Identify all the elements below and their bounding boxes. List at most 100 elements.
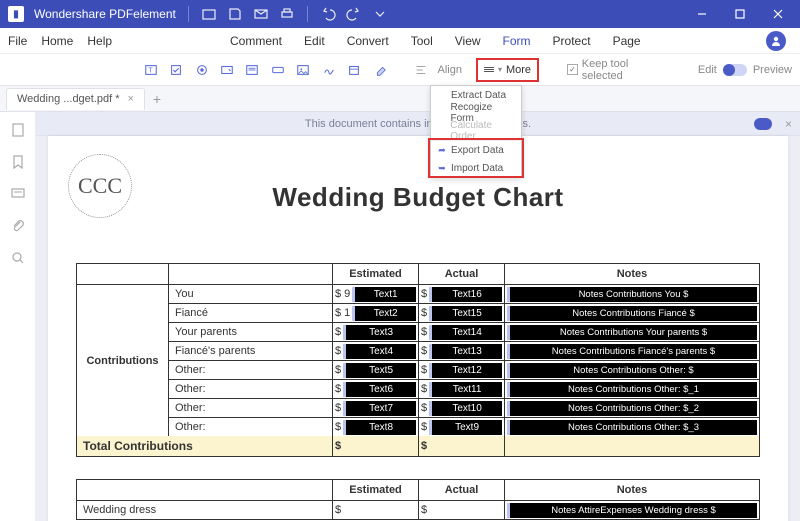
menu-home[interactable]: Home — [41, 34, 73, 48]
preview-mode-label: Preview — [753, 64, 792, 76]
form-field[interactable]: Notes Contributions Other: $_3 — [507, 420, 757, 435]
table-row: Other:$Text6$Text11Notes Contributions O… — [169, 380, 759, 399]
svg-text:T: T — [148, 67, 153, 74]
hamburger-icon — [484, 67, 494, 72]
signature-tool[interactable] — [318, 59, 339, 81]
header-actual-2: Actual — [419, 480, 505, 500]
contributions-table: Estimated Actual Notes Contributions You… — [76, 263, 760, 457]
document-area[interactable]: This document contains interactive form … — [36, 112, 800, 521]
menu-tool[interactable]: Tool — [411, 34, 433, 48]
notice-close-icon[interactable]: × — [785, 117, 792, 131]
image-tool[interactable] — [293, 59, 314, 81]
form-field[interactable]: Text5 — [343, 363, 416, 378]
menu-view[interactable]: View — [455, 34, 481, 48]
menu-edit[interactable]: Edit — [304, 34, 325, 48]
tab-active[interactable]: Wedding ...dget.pdf * × — [6, 88, 145, 110]
header-estimated-2: Estimated — [333, 480, 419, 500]
row-label: Your parents — [169, 323, 333, 341]
checkbox-tool[interactable] — [165, 59, 186, 81]
app-title: Wondershare PDFelement — [34, 7, 176, 21]
total-label: Total Contributions — [77, 436, 333, 456]
table-row: You$ 9Text1$Text16Notes Contributions Yo… — [169, 285, 759, 304]
align-tool[interactable] — [410, 59, 431, 81]
dropdown-icon[interactable] — [372, 6, 388, 22]
dropdown-export-data[interactable]: ➦Export Data — [431, 141, 521, 159]
mail-icon[interactable] — [253, 6, 269, 22]
form-field[interactable]: Text3 — [343, 325, 416, 340]
row-label: Fiancé — [169, 304, 333, 322]
tab-close-icon[interactable]: × — [128, 93, 134, 105]
menu-convert[interactable]: Convert — [347, 34, 389, 48]
form-field[interactable]: Text14 — [429, 325, 502, 340]
form-field[interactable]: Notes Contributions Fiancé $ — [507, 306, 757, 321]
eraser-tool[interactable] — [369, 59, 390, 81]
menu-help[interactable]: Help — [87, 34, 112, 48]
row-label: Other: — [169, 361, 333, 379]
menu-page[interactable]: Page — [613, 34, 641, 48]
table-row: Fiancé$ 1Text2$Text15Notes Contributions… — [169, 304, 759, 323]
menu-form[interactable]: Form — [503, 34, 531, 48]
menu-comment[interactable]: Comment — [230, 34, 282, 48]
export-icon: ➦ — [437, 145, 447, 155]
form-field[interactable]: Text13 — [429, 344, 502, 359]
form-field[interactable]: Text1 — [352, 287, 416, 302]
org-logo: CCC — [68, 154, 132, 218]
expenses-table: Estimated Actual Notes Wedding dress$$No… — [76, 479, 760, 520]
form-field[interactable]: Text12 — [429, 363, 502, 378]
document-tabs: Wedding ...dget.pdf * × + — [0, 86, 800, 112]
save-icon[interactable] — [227, 6, 243, 22]
form-field[interactable]: Notes Contributions Other: $_1 — [507, 382, 757, 397]
radio-tool[interactable] — [191, 59, 212, 81]
user-avatar[interactable] — [766, 31, 786, 51]
comments-icon[interactable] — [10, 186, 26, 202]
dropdown-import-data[interactable]: ➥Import Data — [431, 159, 521, 177]
form-field[interactable]: Notes AttireExpenses Wedding dress $ — [507, 503, 757, 518]
form-field[interactable]: Notes Contributions You $ — [507, 287, 757, 302]
redo-icon[interactable] — [346, 6, 362, 22]
row-label: Other: — [169, 380, 333, 398]
menu-protect[interactable]: Protect — [553, 34, 591, 48]
date-tool[interactable] — [344, 59, 365, 81]
search-icon[interactable] — [10, 250, 26, 266]
text-field-tool[interactable]: T — [140, 59, 161, 81]
undo-icon[interactable] — [320, 6, 336, 22]
form-field[interactable]: Notes Contributions Other: $_2 — [507, 401, 757, 416]
pdf-page: CCC Wedding Budget Chart Estimated Actua… — [48, 136, 788, 521]
table-row: Wedding dress$$Notes AttireExpenses Wedd… — [77, 501, 759, 519]
thumbnails-icon[interactable] — [10, 122, 26, 138]
tab-add-button[interactable]: + — [147, 89, 167, 109]
form-field[interactable]: Text8 — [343, 420, 416, 435]
open-icon[interactable] — [201, 6, 217, 22]
form-toolbar: T Align ▾ More ✓ Keep tool selected Edit… — [0, 54, 800, 86]
minimize-button[interactable] — [688, 4, 716, 24]
button-tool[interactable] — [267, 59, 288, 81]
form-field[interactable]: Text9 — [429, 420, 502, 435]
edit-preview-switch[interactable] — [723, 64, 747, 76]
close-button[interactable] — [764, 4, 792, 24]
form-field[interactable]: Text10 — [429, 401, 502, 416]
maximize-button[interactable] — [726, 4, 754, 24]
highlight-toggle[interactable] — [754, 118, 772, 130]
form-field[interactable]: Text4 — [343, 344, 416, 359]
attachments-icon[interactable] — [10, 218, 26, 234]
form-field[interactable]: Notes Contributions Other: $ — [507, 363, 757, 378]
form-field[interactable]: Text6 — [343, 382, 416, 397]
form-field[interactable]: Text15 — [429, 306, 502, 321]
form-field[interactable]: Text7 — [343, 401, 416, 416]
table-row: Other:$Text5$Text12Notes Contributions O… — [169, 361, 759, 380]
keep-tool-checkbox[interactable]: ✓ Keep tool selected — [567, 58, 670, 82]
form-field[interactable]: Text11 — [429, 382, 502, 397]
menu-file[interactable]: File — [8, 34, 27, 48]
form-field[interactable]: Text16 — [429, 287, 502, 302]
form-field[interactable]: Text2 — [352, 306, 416, 321]
left-sidebar — [0, 112, 36, 521]
edit-mode-label: Edit — [698, 64, 717, 76]
combobox-tool[interactable] — [216, 59, 237, 81]
total-contributions-row: Total Contributions $ $ — [77, 436, 759, 456]
print-icon[interactable] — [279, 6, 295, 22]
bookmarks-icon[interactable] — [10, 154, 26, 170]
more-button[interactable]: ▾ More — [476, 58, 539, 82]
form-field[interactable]: Notes Contributions Fiancé's parents $ — [507, 344, 757, 359]
listbox-tool[interactable] — [242, 59, 263, 81]
form-field[interactable]: Notes Contributions Your parents $ — [507, 325, 757, 340]
